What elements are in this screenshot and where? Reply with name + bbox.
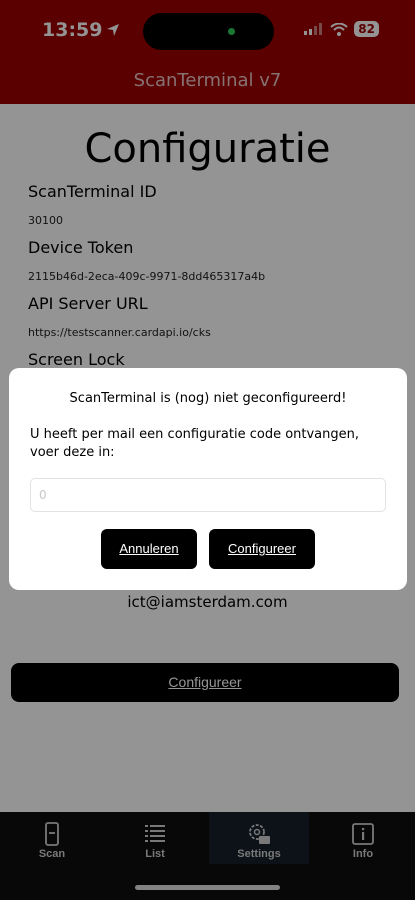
configuration-code-input[interactable] — [30, 478, 386, 512]
confirm-configure-button[interactable]: Configureer — [209, 529, 315, 569]
cancel-button[interactable]: Annuleren — [101, 529, 197, 569]
dialog-message: U heeft per mail een configuratie code o… — [30, 427, 360, 460]
configuration-dialog: ScanTerminal is (nog) niet geconfigureer… — [9, 368, 407, 590]
dialog-title: ScanTerminal is (nog) niet geconfigureer… — [69, 391, 347, 406]
